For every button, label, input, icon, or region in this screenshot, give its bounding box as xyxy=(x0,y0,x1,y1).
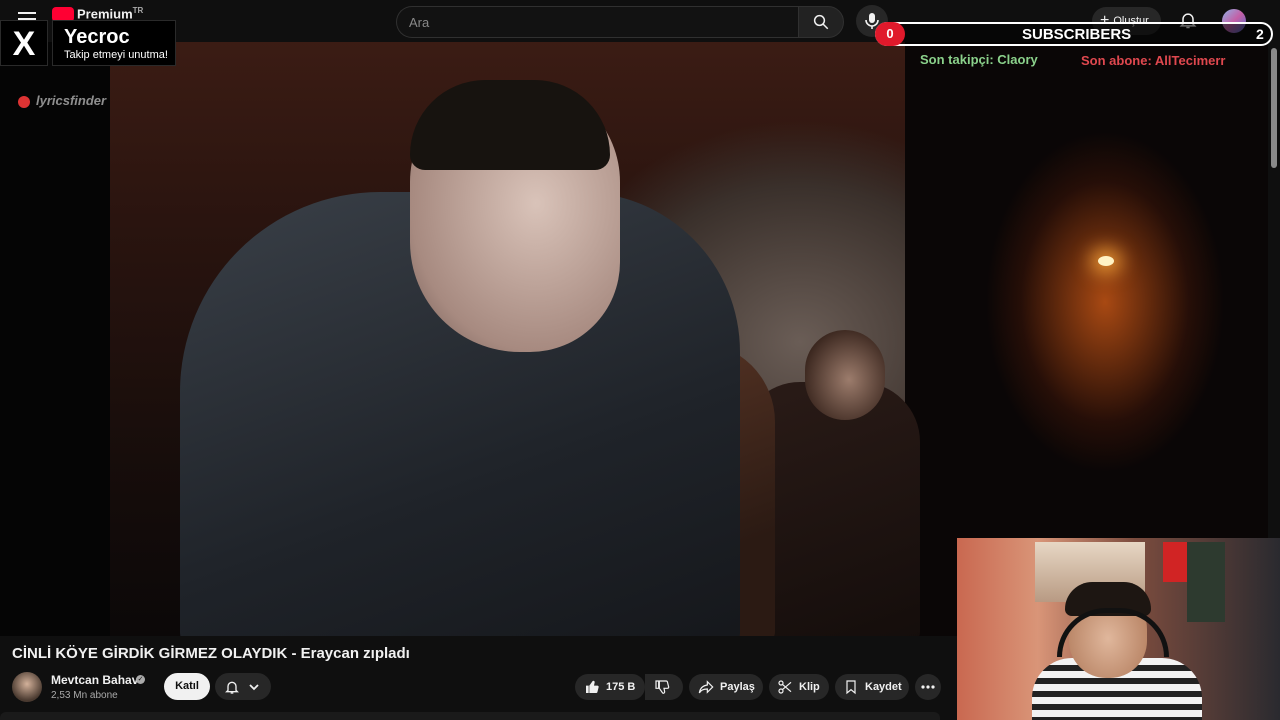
like-button[interactable]: 175 B xyxy=(575,674,645,700)
clip-label: Klip xyxy=(799,681,820,693)
last-subscriber: Son abone: AllTecimerr xyxy=(1081,53,1226,68)
verified-icon: ✓ xyxy=(136,675,145,684)
save-label: Kaydet xyxy=(865,681,902,693)
scrollbar-thumb[interactable] xyxy=(1271,48,1277,168)
scissors-icon xyxy=(778,680,792,694)
search-input[interactable] xyxy=(397,7,781,37)
video-person-3-head xyxy=(805,330,885,420)
x-logo-icon: X xyxy=(0,20,48,66)
more-horizontal-icon xyxy=(921,685,935,689)
share-label: Paylaş xyxy=(720,681,755,693)
share-icon xyxy=(698,680,714,694)
channel-subscriber-count: 2,53 Mn abone xyxy=(51,690,118,701)
chevron-down-icon xyxy=(249,684,259,691)
last-follower: Son takipçi: Claory xyxy=(920,52,1038,67)
channel-name[interactable]: Mevtcan Bahav xyxy=(51,673,138,687)
video-watermark: lyricsfinder xyxy=(18,93,106,108)
share-button[interactable]: Paylaş xyxy=(689,674,763,700)
subscriber-goal-current: 0 xyxy=(875,22,905,46)
x-follow-reminder: Takip etmeyi unutma! xyxy=(64,49,168,61)
clip-button[interactable]: Klip xyxy=(769,674,829,700)
watermark-text: lyricsfinder xyxy=(36,93,107,108)
save-button[interactable]: Kaydet xyxy=(835,674,909,700)
search-icon xyxy=(813,14,829,30)
webcam-jersey xyxy=(1187,542,1225,622)
streamer-webcam xyxy=(957,538,1280,720)
video-scene-shadow xyxy=(0,42,110,636)
dislike-button[interactable] xyxy=(645,674,683,700)
subscription-bell-button[interactable] xyxy=(215,673,271,700)
search-button[interactable] xyxy=(798,6,844,38)
like-count: 175 B xyxy=(606,681,636,693)
more-actions-button[interactable] xyxy=(915,674,941,700)
subscriber-goal-target: 2 xyxy=(1256,26,1264,42)
street-lamp xyxy=(1098,256,1114,266)
thumbs-down-icon xyxy=(655,680,670,694)
video-person-1-hair xyxy=(410,80,610,170)
subscriber-goal-label: SUBSCRIBERS xyxy=(1022,26,1132,43)
watermark-logo-icon xyxy=(18,95,30,108)
join-button[interactable]: Katıl xyxy=(164,673,210,700)
bell-icon xyxy=(225,681,239,694)
description-box[interactable] xyxy=(0,712,940,720)
channel-avatar[interactable] xyxy=(12,672,42,702)
video-title: CİNLİ KÖYE GİRDİK GİRMEZ OLAYDIK - Erayc… xyxy=(12,645,410,662)
search-box[interactable] xyxy=(396,6,799,38)
logo-region: TR xyxy=(132,6,144,15)
bookmark-icon xyxy=(846,680,856,695)
x-username: Yecroc xyxy=(64,26,130,48)
thumbs-up-icon xyxy=(586,680,599,694)
